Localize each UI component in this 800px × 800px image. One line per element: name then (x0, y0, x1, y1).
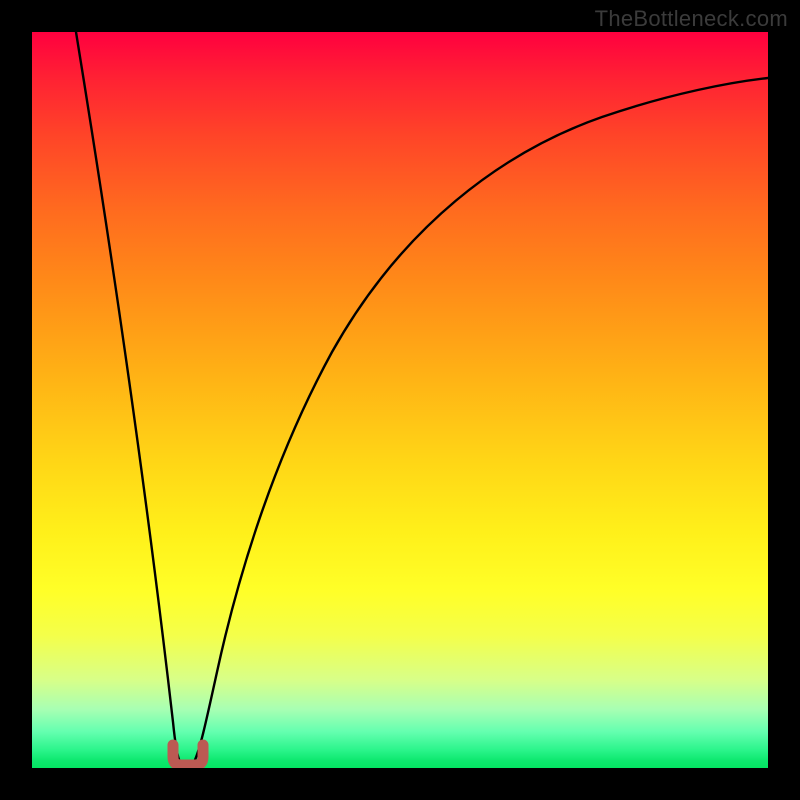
plot-area (32, 32, 768, 768)
valley-marker-icon (173, 745, 203, 765)
watermark-text: TheBottleneck.com (595, 6, 788, 32)
curve-overlay (32, 32, 768, 768)
bottleneck-curve (76, 32, 768, 767)
chart-frame: TheBottleneck.com (0, 0, 800, 800)
